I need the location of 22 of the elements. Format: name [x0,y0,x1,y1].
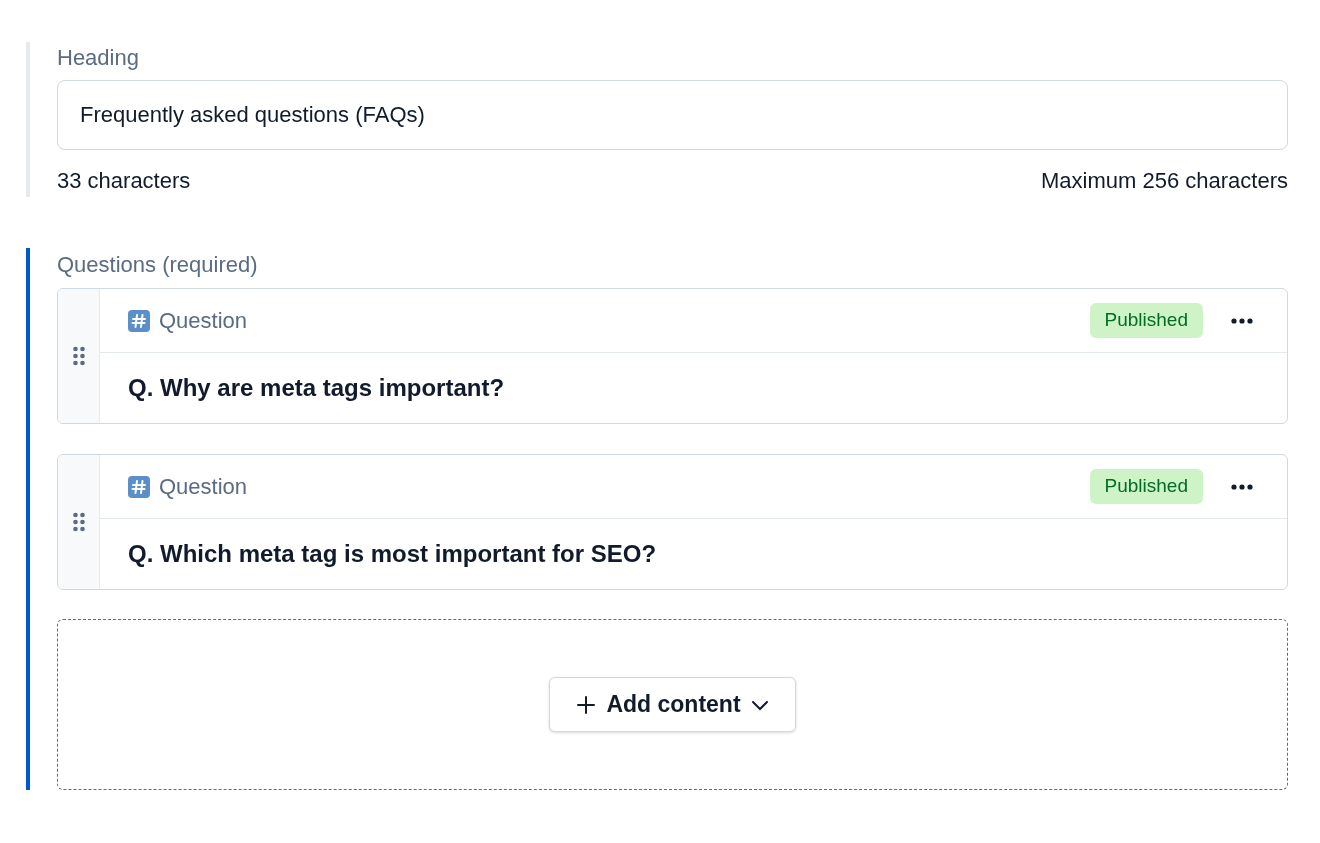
drag-handle-icon[interactable] [72,512,85,532]
drag-handle-icon[interactable] [72,346,85,366]
drag-handle[interactable] [58,289,100,423]
caret-icon [750,698,769,711]
entry-title[interactable]: Q. Why are meta tags important? [128,370,505,406]
heading-input[interactable]: Frequently asked questions (FAQs) [57,80,1288,150]
character-limit: Maximum 256 characters [1041,167,1288,195]
add-content-button[interactable]: Add content [549,677,796,732]
status-badge: Published [1089,303,1203,338]
status-badge: Published [1089,469,1203,504]
ellipsis-icon [1231,317,1253,324]
content-type-label: Question [159,473,248,501]
hash-icon [128,475,150,498]
field-label: Heading [57,44,140,72]
hash-icon [128,309,150,332]
content-type-label: Question [159,307,248,335]
field-label: Questions (required) [57,251,259,279]
ellipsis-icon [1231,483,1253,490]
drag-handle[interactable] [58,455,100,589]
entry-title[interactable]: Q. Which meta tag is most important for SEO? [128,536,657,572]
plus-icon [576,694,597,715]
character-count: 33 characters [57,167,191,195]
